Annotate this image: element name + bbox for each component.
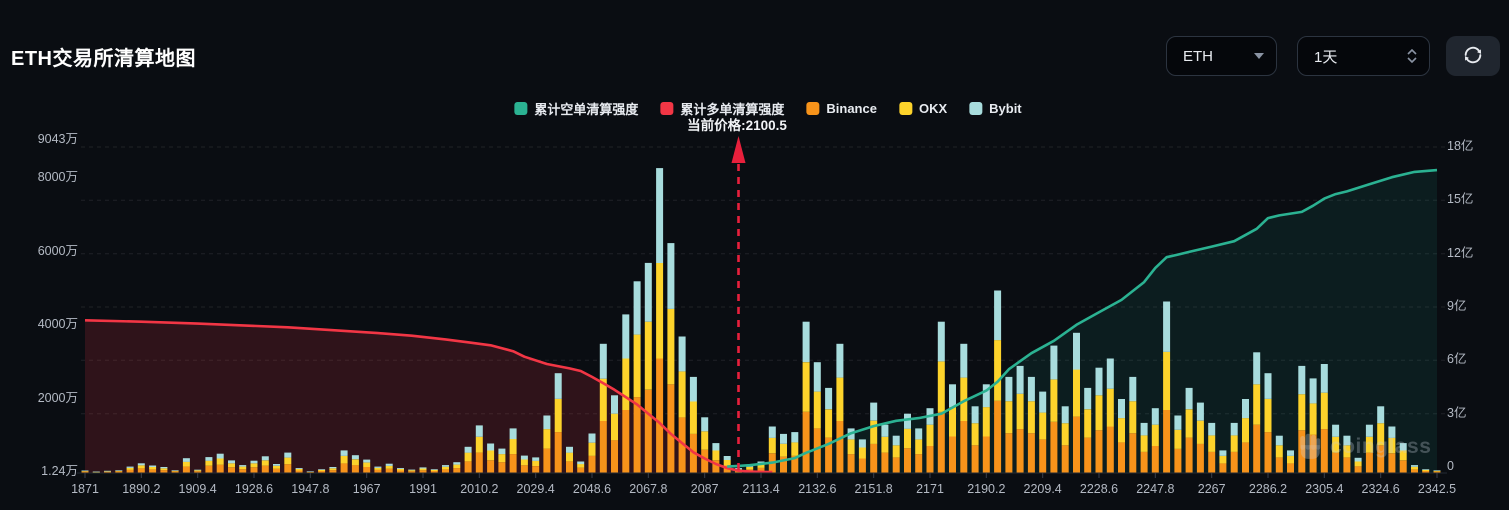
x-axis-tick: 2247.8: [1136, 482, 1175, 496]
x-axis-tick: 1967: [352, 482, 381, 496]
y-axis-left-tick: 1.24万: [41, 464, 78, 479]
liquidation-chart-canvas[interactable]: [0, 0, 1509, 510]
y-axis-right-tick: 3亿: [1447, 405, 1467, 420]
x-axis-tick: 2010.2: [460, 482, 499, 496]
x-axis-tick: 2087: [690, 482, 719, 496]
y-axis-right-tick: 6亿: [1447, 352, 1467, 367]
x-axis-tick: 2113.4: [742, 482, 780, 496]
y-axis-right-tick: 18亿: [1447, 139, 1474, 153]
y-axis-left-tick: 4000万: [37, 317, 78, 332]
x-axis-tick: 2029.4: [516, 482, 555, 496]
y-axis-right-tick: 12亿: [1447, 245, 1474, 260]
x-axis-tick: 1871: [71, 482, 99, 496]
y-axis-left-tick: 8000万: [37, 170, 78, 185]
x-axis-tick: 1991: [409, 482, 437, 496]
x-axis-tick: 2305.4: [1305, 482, 1344, 496]
y-axis-right-tick: 15亿: [1447, 192, 1474, 207]
x-axis-tick: 2228.6: [1079, 482, 1119, 496]
x-axis-tick: 2324.6: [1361, 482, 1400, 496]
x-axis-tick: 2132.6: [798, 482, 837, 496]
x-axis-tick: 2209.4: [1023, 482, 1062, 496]
liquidation-map-page: ETH交易所清算地图 ETH 1天 累计空单清算强度 累计多单清算强度 Bina…: [0, 0, 1509, 510]
y-axis-right-tick: 9亿: [1447, 299, 1467, 313]
y-axis-left-tick: 6000万: [37, 243, 78, 258]
x-axis-tick: 1909.4: [178, 482, 217, 496]
x-axis-tick: 1890.2: [122, 482, 161, 496]
x-axis-tick: 2267: [1197, 482, 1226, 496]
y-axis-left-tick: 9043万: [37, 132, 78, 146]
x-axis-tick: 1947.8: [291, 482, 330, 496]
x-axis-tick: 2151.8: [854, 482, 893, 496]
x-axis-tick: 2286.2: [1248, 482, 1288, 496]
y-axis-right-tick: 0: [1447, 459, 1454, 473]
x-axis-tick: 2048.6: [572, 482, 612, 496]
x-axis-tick: 2342.5: [1417, 482, 1457, 496]
x-axis-tick: 2171: [916, 482, 944, 496]
x-axis-tick: 1928.6: [234, 482, 274, 496]
x-axis-tick: 2067.8: [629, 482, 668, 496]
y-axis-left-tick: 2000万: [37, 390, 78, 405]
x-axis-tick: 2190.2: [967, 482, 1006, 496]
